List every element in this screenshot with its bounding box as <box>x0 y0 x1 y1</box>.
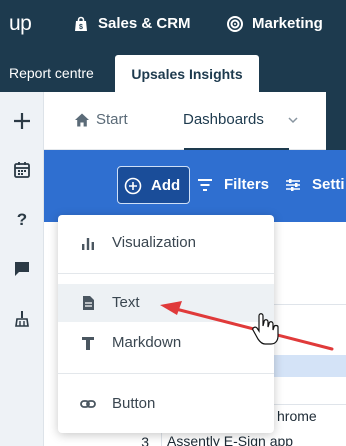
document-icon <box>83 296 94 310</box>
left-sidebar: ? <box>0 92 44 446</box>
dashboard-header: Start Dashboards <box>44 92 346 151</box>
tab-dashboards-label: Dashboards <box>183 111 264 128</box>
chat-icon[interactable] <box>12 259 32 279</box>
tab-report-centre[interactable]: Report centre <box>9 65 94 81</box>
dashboard-toolbar: Add Filters Setti <box>44 150 346 222</box>
home-icon <box>75 113 89 127</box>
plus-icon[interactable] <box>12 111 32 131</box>
bar-chart-icon <box>82 238 94 250</box>
table-cell: hrome <box>277 408 317 424</box>
settings-button-label: Setti <box>312 176 345 193</box>
table-cell: Assently E-Sign app <box>167 433 294 446</box>
menu-item-label: Text <box>112 294 140 311</box>
tab-upsales-insights[interactable]: Upsales Insights <box>115 55 259 92</box>
target-icon <box>227 16 243 32</box>
upsales-logo[interactable]: up <box>9 12 32 36</box>
menu-item-markdown[interactable]: Markdown <box>58 324 274 362</box>
section-tab-bar: Report centre Upsales Insights <box>0 50 346 92</box>
link-icon <box>80 400 96 408</box>
text-t-icon <box>82 337 94 350</box>
add-dropdown-menu: Visualization Text Markdown Button <box>58 215 274 433</box>
calendar-icon[interactable] <box>12 160 32 180</box>
table-row-index: 3 <box>117 431 162 446</box>
svg-text:?: ? <box>17 210 27 229</box>
filters-button[interactable]: Filters <box>197 176 287 196</box>
tab-start[interactable]: Start <box>74 111 154 131</box>
shopping-bag-icon: $ <box>75 16 87 31</box>
menu-item-visualization[interactable]: Visualization <box>58 224 274 262</box>
nav-marketing[interactable]: Marketing <box>227 15 346 35</box>
add-button-label: Add <box>151 177 181 194</box>
menu-divider <box>58 373 274 374</box>
menu-item-label: Visualization <box>112 234 196 251</box>
filter-lines-icon <box>198 179 212 191</box>
menu-item-button[interactable]: Button <box>58 385 274 423</box>
header-edge <box>326 92 346 150</box>
top-navigation-bar: up $ Sales & CRM Marketing <box>0 0 346 50</box>
add-button[interactable]: Add <box>117 166 190 204</box>
nav-sales-crm[interactable]: $ Sales & CRM <box>73 15 203 35</box>
svg-text:$: $ <box>79 24 83 31</box>
menu-item-label: Button <box>112 395 156 412</box>
chevron-down-icon <box>288 117 298 124</box>
menu-divider <box>58 273 274 274</box>
settings-button[interactable]: Setti <box>285 176 346 196</box>
tab-start-label: Start <box>96 111 128 128</box>
tab-dashboards[interactable]: Dashboards <box>183 111 308 131</box>
help-icon[interactable]: ? <box>12 209 32 229</box>
sliders-icon <box>286 179 300 191</box>
app-window: up $ Sales & CRM Marketing Report centre… <box>0 0 346 446</box>
broom-icon[interactable] <box>12 309 32 329</box>
filters-button-label: Filters <box>224 176 270 193</box>
nav-sales-crm-label: Sales & CRM <box>98 15 191 32</box>
plus-circle-icon <box>124 177 142 195</box>
menu-item-label: Markdown <box>112 334 182 351</box>
menu-item-text[interactable]: Text <box>58 284 274 322</box>
nav-marketing-label: Marketing <box>252 15 323 32</box>
